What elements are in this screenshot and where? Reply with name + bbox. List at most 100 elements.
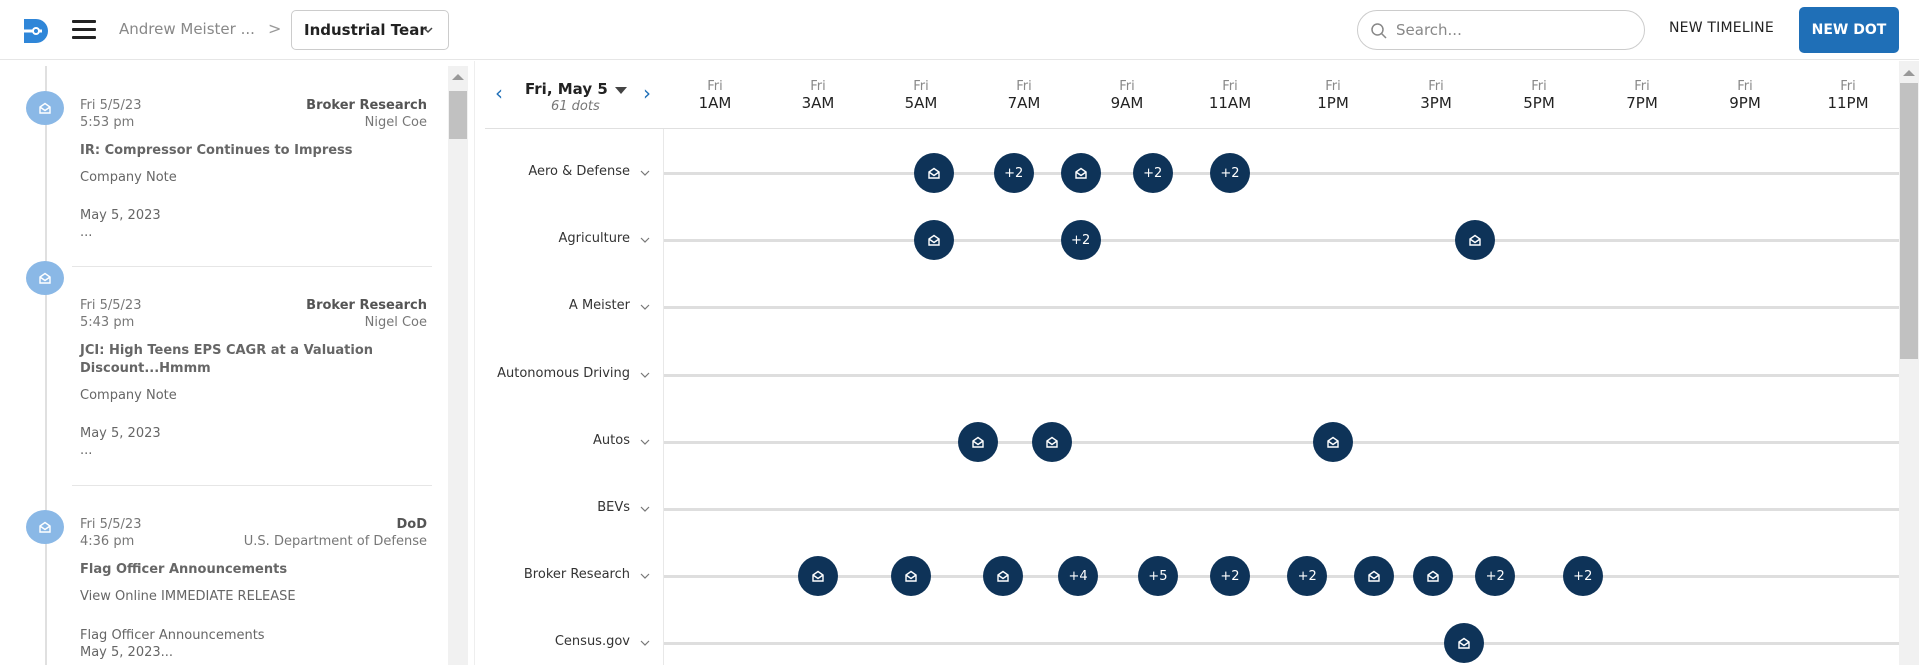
dot[interactable] (957, 421, 998, 462)
feed-item-body-line2: ... (80, 443, 93, 458)
feed-item-source-name: Broker Research (306, 298, 427, 313)
dot-cluster[interactable]: +2 (1060, 220, 1101, 261)
day-label[interactable]: Fri, May 5 (525, 80, 608, 98)
open-envelope-icon (1427, 570, 1440, 582)
chevron-down-icon (423, 27, 433, 34)
tick-time: 11AM (1208, 94, 1252, 112)
dot-cluster[interactable]: +2 (1210, 153, 1250, 193)
feed-scrollbar-thumb[interactable] (449, 91, 467, 139)
tick-time: 5PM (1523, 94, 1555, 112)
time-tick: Fri 1AM (685, 79, 745, 113)
chevron-down-icon[interactable] (639, 637, 651, 649)
feed-item-title[interactable]: IR: Compressor Continues to Impress (80, 142, 410, 160)
timeline-row: Aero & Defense +2 +2 +2 (475, 153, 1900, 193)
dot[interactable] (1313, 421, 1353, 462)
row-track (664, 172, 1900, 175)
dot-cluster[interactable]: +2 (1287, 556, 1328, 597)
feed-item-date: Fri 5/5/23 (80, 298, 142, 313)
timeline-scrollbar-thumb[interactable] (1900, 83, 1918, 359)
feed-divider (72, 266, 432, 267)
tick-day: Fri (707, 79, 723, 94)
row-label[interactable]: Autonomous Driving (497, 366, 630, 381)
dot-cluster[interactable]: +2 (1562, 556, 1603, 597)
new-dot-button[interactable]: NEW DOT (1799, 7, 1899, 53)
dot[interactable] (1454, 220, 1495, 261)
chevron-down-icon[interactable] (639, 234, 651, 246)
chevron-down-icon[interactable] (639, 369, 651, 381)
dot[interactable] (913, 220, 954, 261)
dot[interactable] (1032, 421, 1073, 462)
row-label[interactable]: Agriculture (559, 231, 631, 246)
open-envelope-icon (812, 570, 824, 582)
app-logo-icon[interactable] (22, 17, 50, 45)
timeline-scrollbar[interactable] (1899, 61, 1919, 665)
open-envelope-icon (904, 570, 917, 582)
tick-day: Fri (810, 79, 826, 94)
row-track (664, 373, 1900, 377)
chevron-down-icon[interactable] (639, 503, 651, 515)
timeline-select[interactable]: Industrial Tear (291, 10, 449, 50)
time-tick: Fri 3AM (788, 79, 848, 113)
open-envelope-icon (39, 521, 51, 533)
search-box[interactable] (1357, 10, 1645, 50)
feed-scrollbar[interactable] (448, 66, 468, 665)
feed-item-author: Nigel Coe (364, 315, 427, 330)
tick-day: Fri (1531, 79, 1547, 94)
row-label[interactable]: Census.gov (555, 634, 630, 649)
breadcrumb-user[interactable]: Andrew Meister ... (119, 20, 255, 38)
tick-time: 9PM (1729, 94, 1761, 112)
dot-feed: Fri 5/5/23 5:53 pm Broker Research Nigel C… (0, 61, 470, 665)
dot-cluster[interactable]: +5 (1137, 556, 1178, 597)
timeline-row: A Meister (475, 287, 1900, 327)
dot-cluster[interactable]: +2 (1475, 556, 1516, 597)
scroll-up-arrow-icon[interactable] (452, 74, 464, 80)
chevron-down-icon[interactable] (639, 167, 651, 179)
chevron-down-icon[interactable] (639, 436, 651, 448)
dot[interactable] (798, 556, 838, 597)
feed-item-time: 4:36 pm (80, 534, 135, 549)
tick-day: Fri (1222, 79, 1238, 94)
search-input[interactable] (1396, 21, 1626, 39)
dot[interactable] (1444, 623, 1485, 664)
dot[interactable] (1413, 556, 1454, 597)
row-label[interactable]: Autos (593, 433, 630, 448)
row-track (664, 508, 1900, 511)
open-envelope-icon (1074, 167, 1087, 179)
tick-time: 1PM (1317, 94, 1349, 112)
new-timeline-button[interactable]: NEW TIMELINE (1669, 20, 1774, 36)
hamburger-menu-icon[interactable] (72, 20, 96, 40)
open-envelope-icon (1327, 436, 1339, 448)
day-dropdown-caret-icon[interactable] (615, 87, 627, 94)
row-label[interactable]: BEVs (597, 500, 630, 515)
dot[interactable] (983, 556, 1024, 597)
time-tick: Fri 9PM (1715, 80, 1775, 113)
time-tick: Fri 5AM (891, 80, 951, 113)
chevron-down-icon[interactable] (639, 570, 651, 582)
feed-item-title[interactable]: JCI: High Teens EPS CAGR at a Valuation … (80, 342, 410, 378)
dot-cluster[interactable]: +4 (1058, 556, 1099, 597)
feed-timeline-line (45, 66, 47, 665)
dot-cluster[interactable]: +2 (1132, 153, 1173, 193)
chevron-down-icon[interactable] (639, 301, 651, 313)
time-tick: Fri 3PM (1406, 80, 1466, 113)
tick-time: 7AM (1007, 94, 1041, 112)
dot[interactable] (1354, 556, 1395, 597)
row-label[interactable]: Aero & Defense (528, 164, 630, 179)
row-label[interactable]: A Meister (569, 298, 630, 313)
timeline-row: Agriculture +2 (475, 220, 1900, 261)
tick-time: 11PM (1827, 94, 1869, 112)
dot-cluster[interactable]: +2 (1210, 556, 1250, 597)
dot[interactable] (913, 153, 954, 193)
row-track (664, 440, 1900, 444)
dot[interactable] (890, 556, 931, 597)
scroll-up-arrow-icon[interactable] (1903, 70, 1915, 76)
feed-item-title[interactable]: Flag Officer Announcements (80, 561, 410, 579)
feed-item-time: 5:53 pm (80, 115, 135, 130)
next-day-button[interactable]: › (643, 81, 651, 105)
row-label[interactable]: Broker Research (524, 567, 630, 582)
feed-item-author: Nigel Coe (364, 115, 427, 130)
dot[interactable] (1060, 153, 1101, 193)
previous-day-button[interactable]: ‹ (495, 81, 503, 105)
dot-cluster[interactable]: +2 (993, 153, 1034, 193)
tick-time: 9AM (1110, 94, 1144, 112)
